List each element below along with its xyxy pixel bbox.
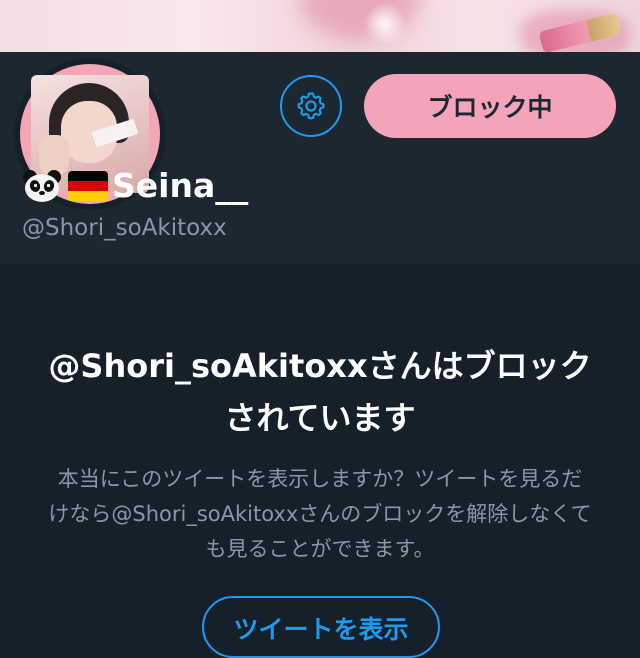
profile-header: ブロック中 Seina__ @Shori_soAkitoxx [0, 52, 640, 264]
panda-face-icon [23, 170, 61, 202]
show-tweets-button[interactable]: ツイートを表示 [202, 596, 440, 658]
user-handle: @Shori_soAkitoxx [22, 215, 227, 241]
display-name-text: Seina__ [112, 166, 249, 205]
blocked-button[interactable]: ブロック中 [364, 74, 616, 138]
gear-icon [297, 92, 325, 120]
display-name: Seina__ [22, 164, 248, 208]
blocked-description: 本当にこのツイートを表示しますか？ツイートを見るだけなら@Shori_soAki… [48, 467, 592, 561]
settings-button[interactable] [280, 75, 342, 137]
profile-banner[interactable] [0, 0, 640, 52]
germany-flag-icon [68, 171, 108, 201]
banner-decoration [355, 4, 415, 44]
blocked-title: @Shori_soAkitoxxさんはブロックされています [48, 347, 592, 437]
